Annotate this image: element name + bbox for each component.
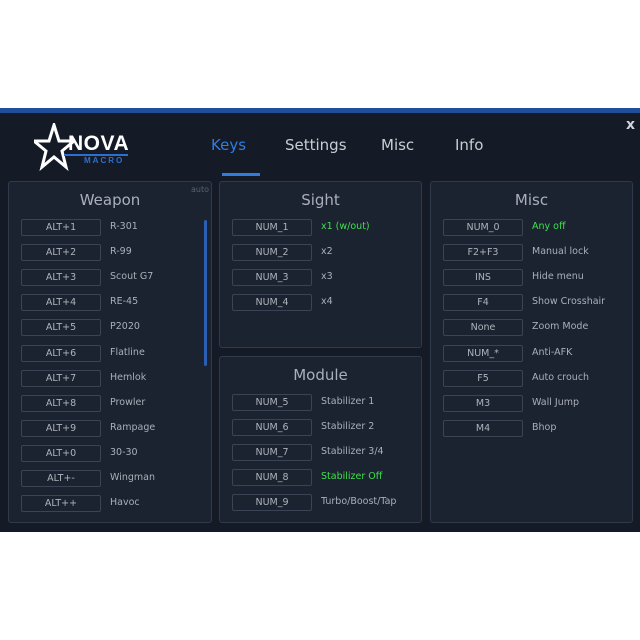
weapon-key-button[interactable]: ALT++	[21, 495, 101, 513]
weapon-label: Havoc	[110, 497, 140, 509]
weapon-label: Flatline	[110, 346, 145, 358]
misc-key-button[interactable]: None	[443, 319, 523, 337]
misc-label: Manual lock	[532, 246, 589, 258]
weapon-key-button[interactable]: ALT+-	[21, 470, 101, 487]
sight-key-button[interactable]: NUM_2	[232, 244, 312, 261]
misc-label: Any off	[532, 221, 566, 232]
misc-label: Wall Jump	[532, 396, 580, 408]
sight-panel-title: Sight	[301, 191, 340, 209]
sight-key-button[interactable]: NUM_1	[232, 219, 312, 236]
auto-label: auto	[191, 185, 210, 194]
misc-panel: Misc NUM_0 Any off F2+F3 Manual lock INS Hide…	[430, 181, 633, 523]
sight-key-button[interactable]: NUM_3	[232, 269, 312, 286]
weapon-key-button[interactable]: ALT+3	[21, 269, 101, 287]
module-label: Stabilizer Off	[321, 471, 383, 482]
weapon-label: Hemlok	[110, 371, 147, 383]
logo-subtitle: MACRO	[84, 156, 125, 165]
weapon-key-button[interactable]: ALT+5	[21, 319, 101, 337]
weapon-label: Wingman	[110, 472, 155, 483]
tab-misc[interactable]: Misc	[381, 135, 414, 155]
sight-key-button[interactable]: NUM_4	[232, 294, 312, 311]
weapon-key-button[interactable]: ALT+2	[21, 244, 101, 262]
misc-label: Auto crouch	[532, 371, 590, 383]
weapon-label: R-99	[110, 246, 132, 258]
weapon-key-button[interactable]: ALT+1	[21, 219, 101, 236]
nova-macro-logo: NOVA MACRO	[34, 123, 134, 173]
module-key-button[interactable]: NUM_6	[232, 419, 312, 436]
misc-label: Hide menu	[532, 271, 584, 283]
weapon-label: R-301	[110, 221, 138, 232]
module-label: Turbo/Boost/Tap	[321, 496, 397, 507]
tab-keys[interactable]: Keys	[211, 135, 246, 155]
misc-key-button[interactable]: NUM_0	[443, 219, 523, 236]
weapon-label: 30-30	[110, 446, 138, 458]
active-tab-indicator	[222, 173, 260, 176]
misc-key-button[interactable]: F4	[443, 294, 523, 312]
header: NOVA MACRO Keys Settings Misc Info x	[0, 113, 640, 181]
sight-panel: Sight NUM_1 x1 (w/out) NUM_2 x2 NUM_3 x3 NUM_4…	[219, 181, 422, 348]
misc-key-button[interactable]: INS	[443, 269, 523, 287]
weapon-scrollbar[interactable]	[204, 220, 207, 366]
weapon-key-button[interactable]: ALT+4	[21, 294, 101, 312]
misc-key-button[interactable]: F5	[443, 369, 523, 387]
weapon-key-button[interactable]: ALT+9	[21, 419, 101, 437]
weapon-key-button[interactable]: ALT+6	[21, 344, 101, 362]
weapon-panel: Weapon auto ALT+1 R-301 ALT+2 R-99 ALT+3 Scou…	[8, 181, 212, 523]
weapon-key-button[interactable]: ALT+7	[21, 369, 101, 387]
weapon-label: Scout G7	[110, 271, 154, 283]
misc-key-button[interactable]: M4	[443, 419, 523, 437]
weapon-key-button[interactable]: ALT+8	[21, 394, 101, 412]
module-key-button[interactable]: NUM_7	[232, 444, 312, 461]
tab-settings[interactable]: Settings	[285, 135, 347, 155]
sight-label: x3	[321, 271, 333, 282]
app-window: NOVA MACRO Keys Settings Misc Info x Wea…	[0, 108, 640, 532]
misc-key-button[interactable]: M3	[443, 394, 523, 412]
module-key-button[interactable]: NUM_5	[232, 394, 312, 411]
module-key-button[interactable]: NUM_9	[232, 494, 312, 511]
module-panel: Module NUM_5 Stabilizer 1 NUM_6 Stabilizer …	[219, 356, 422, 523]
weapon-label: RE-45	[110, 296, 139, 308]
misc-label: Anti-AFK	[532, 346, 573, 358]
weapon-panel-title: Weapon	[79, 191, 141, 209]
sight-label: x1 (w/out)	[321, 221, 370, 232]
sight-label: x2	[321, 246, 333, 257]
weapon-label: Rampage	[110, 421, 156, 433]
misc-key-button[interactable]: NUM_*	[443, 344, 523, 362]
misc-label: Bhop	[532, 421, 557, 433]
tab-info[interactable]: Info	[455, 135, 483, 155]
weapon-label: P2020	[110, 321, 140, 333]
weapon-label: Prowler	[110, 396, 146, 408]
module-panel-title: Module	[293, 366, 348, 384]
module-label: Stabilizer 2	[321, 421, 375, 432]
module-key-button[interactable]: NUM_8	[232, 469, 312, 486]
misc-key-button[interactable]: F2+F3	[443, 244, 523, 262]
sight-label: x4	[321, 296, 333, 307]
module-label: Stabilizer 1	[321, 396, 375, 407]
module-label: Stabilizer 3/4	[321, 446, 384, 457]
weapon-key-button[interactable]: ALT+0	[21, 444, 101, 462]
misc-label: Zoom Mode	[532, 321, 589, 333]
logo-name: NOVA	[68, 132, 130, 155]
misc-panel-title: Misc	[514, 191, 549, 209]
close-button[interactable]: x	[626, 117, 635, 133]
misc-label: Show Crosshair	[532, 296, 606, 308]
